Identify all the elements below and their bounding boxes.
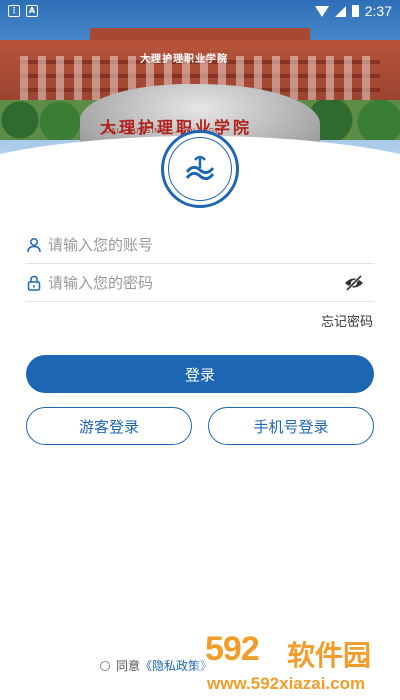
status-time: 2:37 (364, 3, 392, 19)
watermark-brand: 软件园 (287, 639, 372, 672)
status-right: 2:37 (314, 3, 392, 19)
password-input[interactable] (48, 273, 328, 292)
notification-icon: ⋮ (8, 5, 20, 17)
eye-hidden-icon[interactable] (344, 274, 364, 292)
phone-login-button[interactable]: 手机号登录 (208, 407, 374, 445)
password-field (26, 264, 374, 302)
logo-emblem-icon (185, 155, 215, 181)
account-field (26, 226, 374, 264)
agree-radio[interactable] (100, 660, 110, 671)
agree-prefix: 同意 (116, 659, 141, 673)
login-button[interactable]: 登录 (26, 355, 374, 393)
signal-icon (334, 5, 346, 17)
forgot-password-link[interactable]: 忘记密码 (321, 311, 373, 330)
account-input[interactable] (48, 235, 328, 254)
lock-icon (27, 275, 41, 291)
building-sign: 大理护理职业学院 (140, 54, 228, 65)
a-icon: A (26, 5, 38, 17)
watermark-number: 592 (205, 630, 260, 668)
status-bar: ⋮ A 2:37 (0, 0, 400, 22)
college-logo (161, 130, 239, 208)
wifi-icon (314, 5, 329, 17)
battery-icon (351, 5, 359, 17)
logo-inner-ring (168, 137, 232, 201)
guest-login-button[interactable]: 游客登录 (26, 407, 192, 445)
watermark: 592 软件园 www.592xiazai.com (195, 626, 400, 700)
status-left: ⋮ A (8, 5, 38, 17)
watermark-url: www.592xiazai.com (207, 674, 366, 693)
user-icon (27, 237, 41, 252)
